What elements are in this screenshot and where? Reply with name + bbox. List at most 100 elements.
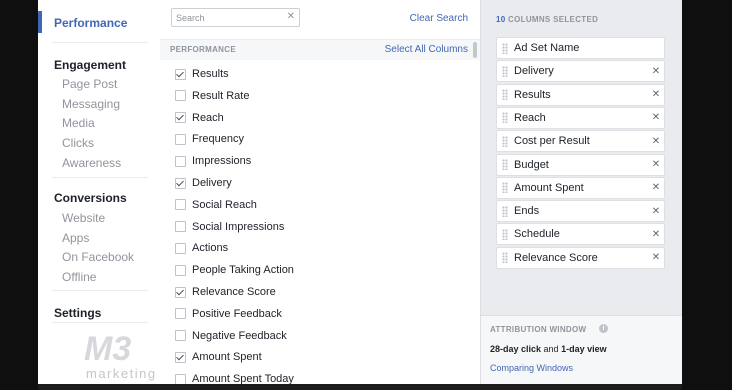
- column-checkbox[interactable]: [175, 133, 186, 145]
- clear-search-link[interactable]: Clear Search: [410, 13, 468, 24]
- remove-icon[interactable]: ✕: [648, 159, 664, 170]
- drag-handle-icon[interactable]: [502, 65, 508, 77]
- selected-column-amount-spent[interactable]: Amount Spent ✕: [496, 176, 665, 199]
- remove-icon[interactable]: ✕: [648, 182, 664, 193]
- nav-item-performance[interactable]: Performance: [54, 16, 127, 30]
- column-label: Result Rate: [192, 89, 250, 102]
- column-label: Impressions: [192, 155, 252, 168]
- selected-column-results[interactable]: Results ✕: [496, 83, 665, 106]
- nav-item-engagement[interactable]: Engagement: [54, 58, 126, 72]
- selected-title: COLUMNS SELECTED: [508, 15, 599, 24]
- remove-icon[interactable]: ✕: [648, 252, 664, 263]
- search-input[interactable]: [176, 10, 280, 25]
- selected-count: 10: [496, 15, 506, 24]
- nav-item-settings[interactable]: Settings: [54, 306, 101, 320]
- drag-handle-icon[interactable]: [502, 252, 508, 264]
- column-list-panel: ✕ Clear Search PERFORMANCE Select All Co…: [160, 0, 480, 384]
- nav-item-on-facebook[interactable]: On Facebook: [62, 250, 134, 264]
- column-checkbox[interactable]: [175, 112, 186, 124]
- mv3-marketing-logo: M3 marketing: [84, 330, 157, 381]
- selected-column-ad-set-name[interactable]: Ad Set Name: [496, 37, 665, 59]
- nav-item-media[interactable]: Media: [62, 116, 95, 130]
- drag-handle-icon[interactable]: [502, 42, 508, 54]
- selected-column-label: Relevance Score: [514, 251, 598, 264]
- column-checkbox[interactable]: [175, 221, 186, 233]
- drag-handle-icon[interactable]: [502, 135, 508, 147]
- column-option-actions[interactable]: Actions: [175, 239, 228, 257]
- select-all-columns-link[interactable]: Select All Columns: [385, 44, 468, 55]
- column-option-impressions[interactable]: Impressions: [175, 152, 251, 170]
- selected-column-cost-per-result[interactable]: Cost per Result ✕: [496, 130, 665, 153]
- selected-column-ends[interactable]: Ends ✕: [496, 200, 665, 223]
- selected-column-budget[interactable]: Budget ✕: [496, 153, 665, 176]
- column-option-amount-spent-today[interactable]: Amount Spent Today: [175, 370, 294, 384]
- drag-handle-icon[interactable]: [502, 182, 508, 194]
- selected-column-label: Delivery: [514, 65, 554, 78]
- nav-item-conversions[interactable]: Conversions: [54, 191, 127, 205]
- nav-item-messaging[interactable]: Messaging: [62, 97, 120, 111]
- selected-column-label: Budget: [514, 158, 549, 171]
- nav-item-clicks[interactable]: Clicks: [62, 136, 94, 150]
- attribution-title: ATTRIBUTION WINDOW: [490, 325, 587, 334]
- close-icon[interactable]: ✕: [287, 11, 295, 22]
- drag-handle-icon[interactable]: [502, 112, 508, 124]
- column-label: Negative Feedback: [192, 329, 287, 342]
- selected-column-reach[interactable]: Reach ✕: [496, 106, 665, 129]
- drag-handle-icon[interactable]: [502, 228, 508, 240]
- remove-icon[interactable]: ✕: [648, 206, 664, 217]
- drag-handle-icon[interactable]: [502, 159, 508, 170]
- column-option-result-rate[interactable]: Result Rate: [175, 87, 249, 105]
- section-header: PERFORMANCE Select All Columns: [160, 39, 480, 60]
- column-option-negative-feedback[interactable]: Negative Feedback: [175, 327, 287, 345]
- column-option-positive-feedback[interactable]: Positive Feedback: [175, 305, 282, 323]
- remove-icon[interactable]: ✕: [648, 136, 664, 147]
- nav-item-offline[interactable]: Offline: [62, 270, 96, 284]
- logo-text: M3: [84, 330, 131, 368]
- remove-icon[interactable]: ✕: [648, 89, 664, 100]
- drag-handle-icon[interactable]: [502, 89, 508, 101]
- category-nav: Performance Engagement Page Post Messaging M…: [38, 0, 161, 384]
- search-box: ✕: [171, 8, 300, 27]
- logo-subtext: marketing: [86, 366, 157, 381]
- attribution-conjunction: and: [541, 344, 562, 354]
- nav-item-awareness[interactable]: Awareness: [62, 156, 121, 170]
- selected-column-label: Ends: [514, 205, 540, 218]
- scrollbar-thumb[interactable]: [473, 42, 477, 58]
- column-option-reach[interactable]: Reach: [175, 109, 224, 127]
- drag-handle-icon[interactable]: [502, 205, 508, 217]
- info-icon[interactable]: i: [599, 324, 608, 333]
- column-checkbox[interactable]: [175, 264, 186, 276]
- column-option-amount-spent[interactable]: Amount Spent: [175, 348, 262, 366]
- column-label: Actions: [192, 242, 229, 255]
- column-label: People Taking Action: [192, 264, 294, 277]
- column-option-social-reach[interactable]: Social Reach: [175, 196, 257, 214]
- column-checkbox[interactable]: [175, 286, 186, 298]
- column-option-frequency[interactable]: Frequency: [175, 130, 244, 148]
- column-checkbox[interactable]: [175, 308, 186, 320]
- view-window: 1-day view: [561, 344, 607, 354]
- column-option-social-impressions[interactable]: Social Impressions: [175, 218, 284, 236]
- comparing-windows-link[interactable]: Comparing Windows: [490, 363, 573, 373]
- column-option-people-taking-action[interactable]: People Taking Action: [175, 261, 294, 279]
- column-checkbox[interactable]: [175, 155, 186, 167]
- selected-column-delivery[interactable]: Delivery ✕: [496, 60, 665, 83]
- column-checkbox[interactable]: [175, 177, 186, 189]
- remove-icon[interactable]: ✕: [648, 112, 664, 123]
- column-checkbox[interactable]: [175, 90, 186, 102]
- remove-icon[interactable]: ✕: [648, 66, 664, 77]
- selected-column-schedule[interactable]: Schedule ✕: [496, 223, 665, 246]
- nav-item-apps[interactable]: Apps: [62, 231, 89, 245]
- nav-item-page-post[interactable]: Page Post: [62, 77, 117, 91]
- right-frame: [682, 0, 732, 390]
- selected-column-relevance-score[interactable]: Relevance Score ✕: [496, 246, 665, 269]
- column-option-results[interactable]: Results: [175, 65, 229, 83]
- column-checkbox[interactable]: [175, 242, 186, 254]
- column-checkbox[interactable]: [175, 199, 186, 211]
- column-checkbox[interactable]: [175, 68, 186, 80]
- column-option-relevance-score[interactable]: Relevance Score: [175, 283, 276, 301]
- nav-item-website[interactable]: Website: [62, 211, 105, 225]
- column-option-delivery[interactable]: Delivery: [175, 174, 232, 192]
- remove-icon[interactable]: ✕: [648, 229, 664, 240]
- column-label: Positive Feedback: [192, 307, 282, 320]
- attribution-window: ATTRIBUTION WINDOW i 28-day click and 1-…: [481, 315, 682, 384]
